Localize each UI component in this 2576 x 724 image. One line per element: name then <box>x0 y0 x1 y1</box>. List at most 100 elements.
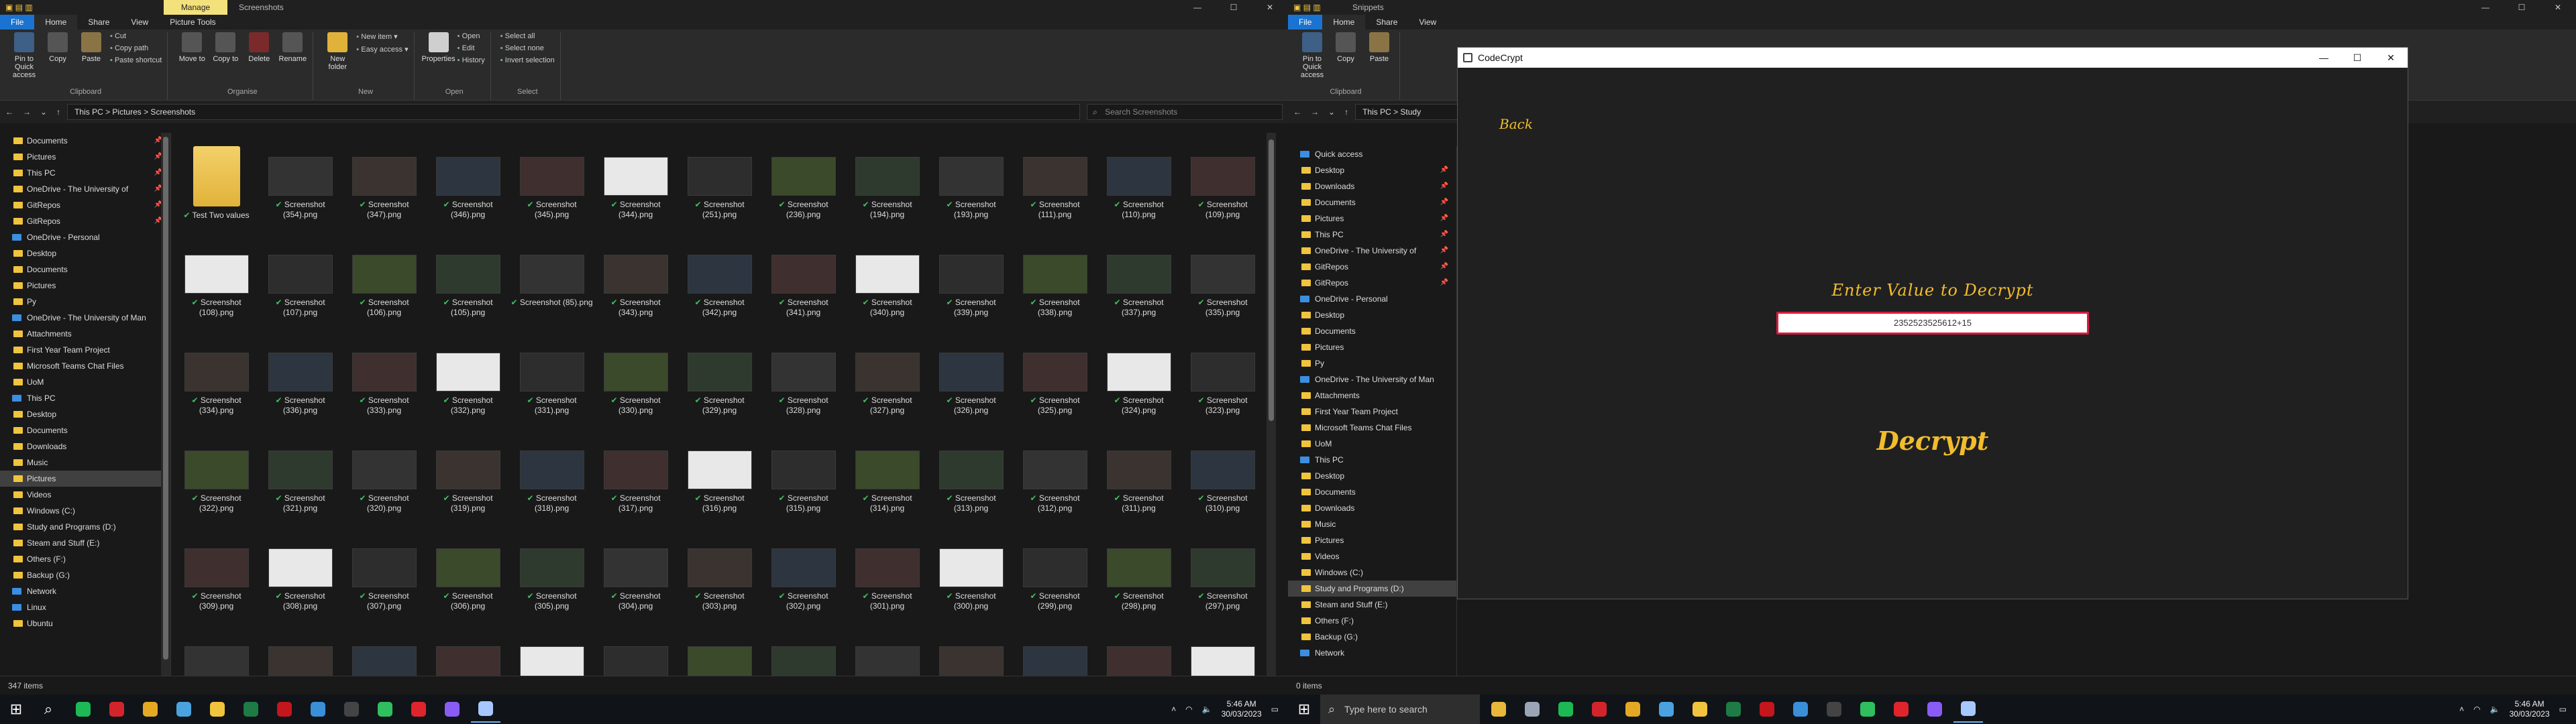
file-item[interactable]: ✔ Screenshot (85).png <box>510 237 594 335</box>
taskbar-app-vscode[interactable] <box>303 696 333 723</box>
sidebar-item-others-f[interactable]: Others (F:) <box>0 551 170 567</box>
address-bar[interactable]: This PC > Pictures > Screenshots <box>67 104 1081 120</box>
sidebar-item-pictures[interactable]: Pictures <box>0 278 170 294</box>
volume-icon[interactable]: 🔈 <box>1202 705 1212 714</box>
wifi-icon[interactable]: ◠ <box>1185 705 1192 714</box>
forward-arrow-icon[interactable]: → <box>1311 107 1319 117</box>
taskbar-app-weather[interactable] <box>1484 696 1513 723</box>
file-item[interactable]: ✔ Screenshot (310).png <box>1181 433 1261 531</box>
sidebar-item-microsoft-teams-chat-files[interactable]: Microsoft Teams Chat Files <box>0 358 170 374</box>
cut-button[interactable]: Cut <box>110 32 162 40</box>
paste-button[interactable]: Paste <box>76 32 106 79</box>
file-item[interactable]: ✔ Screenshot (298).png <box>1097 531 1181 629</box>
sidebar-item-linux[interactable]: Linux <box>0 599 170 615</box>
file-item[interactable]: ✔ Screenshot (107).png <box>258 237 342 335</box>
taskbar-search-input[interactable]: Type here to search <box>1320 695 1480 724</box>
file-item[interactable]: ✔ Screenshot (312).png <box>1013 433 1097 531</box>
minimize-icon[interactable]: — <box>1179 0 1216 15</box>
sidebar-item-desktop[interactable]: Desktop <box>0 245 170 261</box>
file-item[interactable]: ✔ Screenshot (339).png <box>929 237 1013 335</box>
select-none-button[interactable]: Select none <box>500 44 555 52</box>
file-item[interactable]: ✔ Screenshot (328).png <box>761 335 845 433</box>
sidebar-item-pictures[interactable]: Pictures <box>1288 532 1456 548</box>
file-item[interactable]: ✔ Screenshot (320).png <box>342 433 426 531</box>
sidebar-item-backup-g[interactable]: Backup (G:) <box>0 567 170 583</box>
sidebar-item-onedrive-the-university-of[interactable]: OneDrive - The University of 📌 <box>1288 243 1456 259</box>
sidebar-item-first-year-team-project[interactable]: First Year Team Project <box>1288 404 1456 420</box>
file-item[interactable]: ✔ Screenshot (306).png <box>426 531 510 629</box>
file-item[interactable]: ✔ Screenshot (347).png <box>342 139 426 237</box>
sidebar-item-onedrive-personal[interactable]: OneDrive - Personal <box>1288 291 1456 307</box>
file-item[interactable]: ✔ Screenshot (340).png <box>845 237 929 335</box>
search-input[interactable]: Search Screenshots <box>1087 104 1283 120</box>
sidebar-item-this-pc[interactable]: This PC 📌 <box>1288 227 1456 243</box>
file-item[interactable]: ✔ Screenshot (299).png <box>1013 531 1097 629</box>
file-item[interactable]: ✔ Screenshot (346).png <box>426 139 510 237</box>
file-item[interactable]: ✔ Screenshot (110).png <box>1097 139 1181 237</box>
taskbar-app-chrome[interactable] <box>136 696 165 723</box>
tab-share[interactable]: Share <box>77 15 120 29</box>
back-button[interactable]: Back <box>1499 116 1533 132</box>
sidebar-item-documents[interactable]: Documents <box>0 261 170 278</box>
file-item[interactable]: ✔ Screenshot <box>258 629 342 676</box>
sidebar-item-desktop[interactable]: Desktop <box>1288 307 1456 323</box>
file-item[interactable]: ✔ Screenshot (297).png <box>1181 531 1261 629</box>
tab-picture-tools[interactable]: Picture Tools <box>159 15 226 29</box>
file-item[interactable]: ✔ Screenshot (334).png <box>174 335 258 433</box>
sidebar-item-videos[interactable]: Videos <box>1288 548 1456 564</box>
copy-button[interactable]: Copy <box>43 32 72 79</box>
taskbar-app-snipping[interactable] <box>471 696 500 723</box>
sidebar-item-attachments[interactable]: Attachments <box>1288 387 1456 404</box>
file-item[interactable]: ✔ Screenshot (325).png <box>1013 335 1097 433</box>
copy-button[interactable]: Copy <box>1331 32 1360 79</box>
sidebar-item-backup-g[interactable]: Backup (G:) <box>1288 629 1456 645</box>
file-item[interactable]: ✔ Screenshot (322).png <box>174 433 258 531</box>
close-icon[interactable]: ✕ <box>2374 48 2408 68</box>
sidebar-item-downloads[interactable]: Downloads <box>0 438 170 455</box>
taskbar-app-acrobat[interactable] <box>270 696 299 723</box>
minimize-icon[interactable]: — <box>2307 48 2341 68</box>
file-item[interactable]: ✔ Screenshot <box>594 629 678 676</box>
sidebar-item-documents[interactable]: Documents 📌 <box>0 133 170 149</box>
up-arrow-icon[interactable]: ↑ <box>56 107 60 117</box>
scrollbar-thumb[interactable] <box>1269 139 1274 421</box>
file-item[interactable]: ✔ Screenshot (305).png <box>510 531 594 629</box>
new-folder-button[interactable]: New folder <box>323 32 352 71</box>
notification-icon[interactable]: ▭ <box>1271 705 1279 714</box>
close-icon[interactable]: ✕ <box>2540 0 2576 15</box>
file-item[interactable]: ✔ Screenshot (194).png <box>845 139 929 237</box>
select-all-button[interactable]: Select all <box>500 32 555 40</box>
decrypt-value-input[interactable]: 2352523525612+15 <box>1776 312 2089 335</box>
copy-path-button[interactable]: Copy path <box>110 44 162 52</box>
file-item[interactable]: ✔ Screenshot (342).png <box>678 237 761 335</box>
sidebar-item-documents[interactable]: Documents 📌 <box>1288 194 1456 210</box>
new-item-button[interactable]: New item ▾ <box>356 32 408 41</box>
file-item[interactable]: ✔ Screenshot (311).png <box>1097 433 1181 531</box>
file-item[interactable]: ✔ Screenshot (313).png <box>929 433 1013 531</box>
sidebar-item-this-pc[interactable]: This PC <box>0 390 170 406</box>
tab-file[interactable]: File <box>1288 15 1323 29</box>
file-item[interactable]: ✔ Screenshot <box>426 629 510 676</box>
move-to-button[interactable]: Move to <box>177 32 207 63</box>
open-button[interactable]: Open <box>458 32 485 40</box>
recent-chevron-icon[interactable]: ⌄ <box>1328 107 1335 117</box>
sidebar-item-windows-c[interactable]: Windows (C:) <box>0 503 170 519</box>
file-item[interactable]: ✔ Screenshot (314).png <box>845 433 929 531</box>
file-item[interactable]: ✔ Screenshot (301).png <box>845 531 929 629</box>
file-item[interactable]: ✔ Screenshot (106).png <box>342 237 426 335</box>
file-item[interactable]: ✔ Screenshot (108).png <box>174 237 258 335</box>
file-item[interactable]: ✔ Screenshot <box>761 629 845 676</box>
invert-selection-button[interactable]: Invert selection <box>500 56 555 64</box>
paste-button[interactable]: Paste <box>1364 32 1394 79</box>
clock[interactable]: 5:46 AM 30/03/2023 <box>2510 699 2550 719</box>
history-button[interactable]: History <box>458 56 485 64</box>
notification-icon[interactable]: ▭ <box>2559 705 2567 714</box>
file-item[interactable]: ✔ Screenshot <box>929 629 1013 676</box>
sidebar-item-documents[interactable]: Documents <box>0 422 170 438</box>
tab-share[interactable]: Share <box>1365 15 1408 29</box>
volume-icon[interactable]: 🔈 <box>2490 705 2500 714</box>
file-item[interactable]: ✔ Screenshot (309).png <box>174 531 258 629</box>
sidebar-item-this-pc[interactable]: This PC 📌 <box>0 165 170 181</box>
tray-chevron-icon[interactable]: ˄ <box>2459 705 2464 714</box>
taskbar-app-whatsapp[interactable] <box>370 696 400 723</box>
